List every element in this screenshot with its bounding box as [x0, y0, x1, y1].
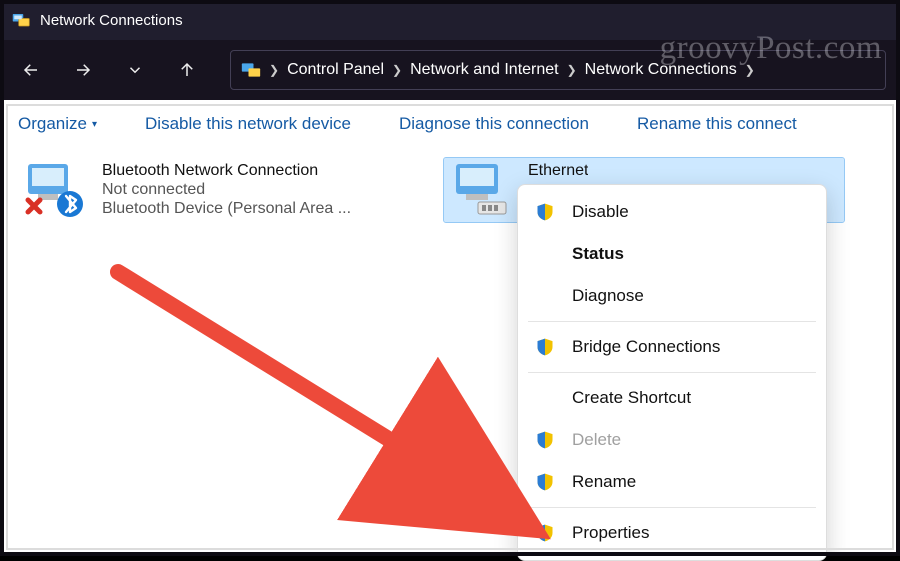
ctx-label: Create Shortcut — [572, 388, 691, 408]
ctx-label: Delete — [572, 430, 621, 450]
ctx-item-rename[interactable]: Rename — [518, 461, 826, 503]
control-panel-icon — [241, 60, 261, 80]
connection-status: Not connected — [102, 181, 351, 199]
ctx-label: Status — [572, 244, 624, 264]
ctx-label: Diagnose — [572, 286, 644, 306]
network-connections-icon — [12, 11, 30, 29]
breadcrumb-item[interactable]: Control Panel — [287, 61, 384, 79]
menu-separator — [528, 321, 816, 322]
ctx-label: Disable — [572, 202, 629, 222]
breadcrumb-item[interactable]: Network and Internet — [410, 61, 559, 79]
breadcrumb-item[interactable]: Network Connections — [585, 61, 737, 79]
menu-separator — [528, 507, 816, 508]
ctx-item-disable[interactable]: Disable — [518, 191, 826, 233]
bluetooth-adapter-icon — [24, 162, 88, 218]
chevron-right-icon: ❯ — [565, 63, 579, 77]
ctx-label: Bridge Connections — [572, 337, 720, 357]
shield-icon — [534, 471, 556, 493]
ctx-item-diagnose[interactable]: Diagnose — [518, 275, 826, 317]
connections-pane: Bluetooth Network Connection Not connect… — [0, 148, 900, 556]
ethernet-adapter-icon — [450, 162, 514, 218]
organize-label: Organize — [18, 114, 87, 134]
back-button[interactable] — [14, 51, 48, 89]
shield-icon — [534, 429, 556, 451]
ctx-label: Rename — [572, 472, 636, 492]
menu-separator — [528, 372, 816, 373]
shield-icon — [534, 201, 556, 223]
command-bar: Organize ▾ Disable this network device D… — [0, 100, 900, 148]
ctx-label: Properties — [572, 523, 649, 543]
address-bar[interactable]: ❯ Control Panel ❯ Network and Internet ❯… — [230, 50, 886, 90]
connection-item-bluetooth[interactable]: Bluetooth Network Connection Not connect… — [18, 158, 418, 222]
shield-icon — [534, 336, 556, 358]
navigation-bar: ❯ Control Panel ❯ Network and Internet ❯… — [0, 40, 900, 100]
ctx-item-status[interactable]: Status — [518, 233, 826, 275]
chevron-right-icon: ❯ — [743, 63, 757, 77]
shield-icon — [534, 522, 556, 544]
up-button[interactable] — [170, 51, 204, 89]
diagnose-button[interactable]: Diagnose this connection — [399, 114, 589, 134]
connection-name: Ethernet — [528, 162, 588, 180]
window-title: Network Connections — [40, 12, 183, 29]
forward-button[interactable] — [66, 51, 100, 89]
connection-name: Bluetooth Network Connection — [102, 162, 351, 180]
window-titlebar: Network Connections — [0, 0, 900, 40]
chevron-down-icon: ▾ — [92, 119, 97, 130]
ctx-item-delete: Delete — [518, 419, 826, 461]
rename-button[interactable]: Rename this connect — [637, 114, 797, 134]
ctx-item-bridge[interactable]: Bridge Connections — [518, 326, 826, 368]
ctx-item-properties[interactable]: Properties — [518, 512, 826, 554]
connection-device: Bluetooth Device (Personal Area ... — [102, 200, 351, 218]
ctx-item-shortcut[interactable]: Create Shortcut — [518, 377, 826, 419]
recent-dropdown[interactable] — [118, 51, 152, 89]
context-menu: Disable Status Diagnose Bridge Connectio… — [517, 184, 827, 561]
disable-device-button[interactable]: Disable this network device — [145, 114, 351, 134]
chevron-right-icon: ❯ — [390, 63, 404, 77]
organize-menu[interactable]: Organize ▾ — [18, 114, 97, 134]
chevron-right-icon: ❯ — [267, 63, 281, 77]
